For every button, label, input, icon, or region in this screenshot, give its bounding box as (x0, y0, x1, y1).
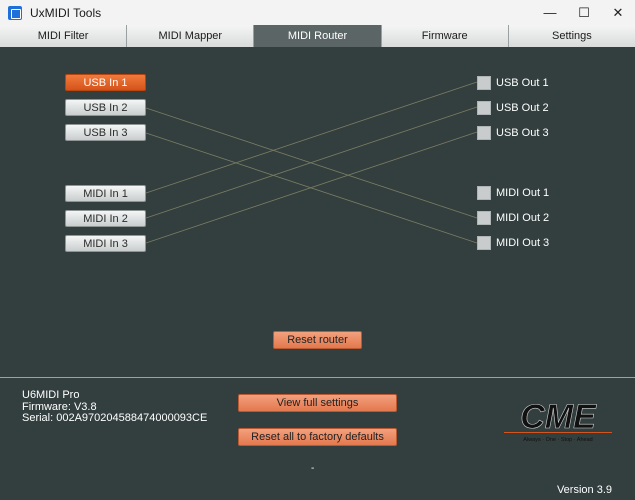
version-label: Version 3.9 (556, 484, 612, 496)
factory-reset-button[interactable]: Reset all to factory defaults (238, 428, 397, 446)
app-icon (8, 5, 22, 20)
maximize-button[interactable]: ☐ (567, 0, 601, 25)
title-bar: UxMIDI Tools — ☐ ✕ (0, 0, 635, 25)
output-label: MIDI Out 2 (496, 212, 550, 224)
output-checkbox[interactable] (477, 236, 491, 250)
output-label: MIDI Out 3 (496, 237, 550, 249)
cme-logo: CME Always · One · Stop · Ahead (504, 398, 612, 443)
device-name: U6MIDI Pro (22, 389, 80, 401)
tab-settings[interactable]: Settings (508, 25, 635, 47)
svg-text:Always · One · Stop · Ahead: Always · One · Stop · Ahead (523, 437, 592, 443)
output-checkbox[interactable] (477, 76, 491, 90)
svg-text:CME: CME (520, 398, 597, 436)
tab-midi-filter[interactable]: MIDI Filter (0, 25, 128, 47)
input-usb-in-1[interactable]: USB In 1 (65, 74, 146, 91)
output-usb-out-1[interactable]: USB Out 1 (477, 75, 549, 91)
section-divider (0, 377, 635, 378)
serial-number: Serial: 002A970204588474000093CE (22, 412, 208, 424)
input-midi-in-1[interactable]: MIDI In 1 (65, 185, 146, 202)
device-info: U6MIDI Pro Firmware: V3.8 Serial: 002A97… (22, 389, 208, 425)
input-midi-in-2[interactable]: MIDI In 2 (65, 210, 146, 227)
output-checkbox[interactable] (477, 186, 491, 200)
output-midi-out-1[interactable]: MIDI Out 1 (477, 185, 549, 201)
window-controls: — ☐ ✕ (533, 0, 635, 25)
input-usb-in-2[interactable]: USB In 2 (65, 99, 146, 116)
output-usb-out-2[interactable]: USB Out 2 (477, 100, 549, 116)
output-label: USB Out 2 (496, 102, 549, 114)
output-midi-out-3[interactable]: MIDI Out 3 (477, 235, 549, 251)
view-full-settings-button[interactable]: View full settings (238, 394, 397, 412)
output-checkbox[interactable] (477, 101, 491, 115)
window-title: UxMIDI Tools (30, 5, 102, 20)
tab-bar: MIDI Filter MIDI Mapper MIDI Router Firm… (0, 25, 635, 47)
minimize-button[interactable]: — (533, 0, 567, 25)
input-usb-in-3[interactable]: USB In 3 (65, 124, 146, 141)
reset-router-button[interactable]: Reset router (273, 331, 362, 349)
output-usb-out-3[interactable]: USB Out 3 (477, 125, 549, 141)
tab-midi-mapper[interactable]: MIDI Mapper (127, 25, 255, 47)
output-label: MIDI Out 1 (496, 187, 550, 199)
output-checkbox[interactable] (477, 211, 491, 225)
input-midi-in-3[interactable]: MIDI In 3 (65, 235, 146, 252)
tab-midi-router[interactable]: MIDI Router (254, 25, 382, 47)
output-midi-out-2[interactable]: MIDI Out 2 (477, 210, 549, 226)
output-label: USB Out 1 (496, 77, 549, 89)
output-label: USB Out 3 (496, 127, 549, 139)
output-checkbox[interactable] (477, 126, 491, 140)
status-indicator: - (311, 463, 315, 474)
tab-firmware[interactable]: Firmware (381, 25, 509, 47)
route-line (145, 81, 478, 194)
close-button[interactable]: ✕ (601, 0, 635, 25)
router-panel: USB In 1 USB In 2 USB In 3 MIDI In 1 MID… (0, 47, 635, 377)
